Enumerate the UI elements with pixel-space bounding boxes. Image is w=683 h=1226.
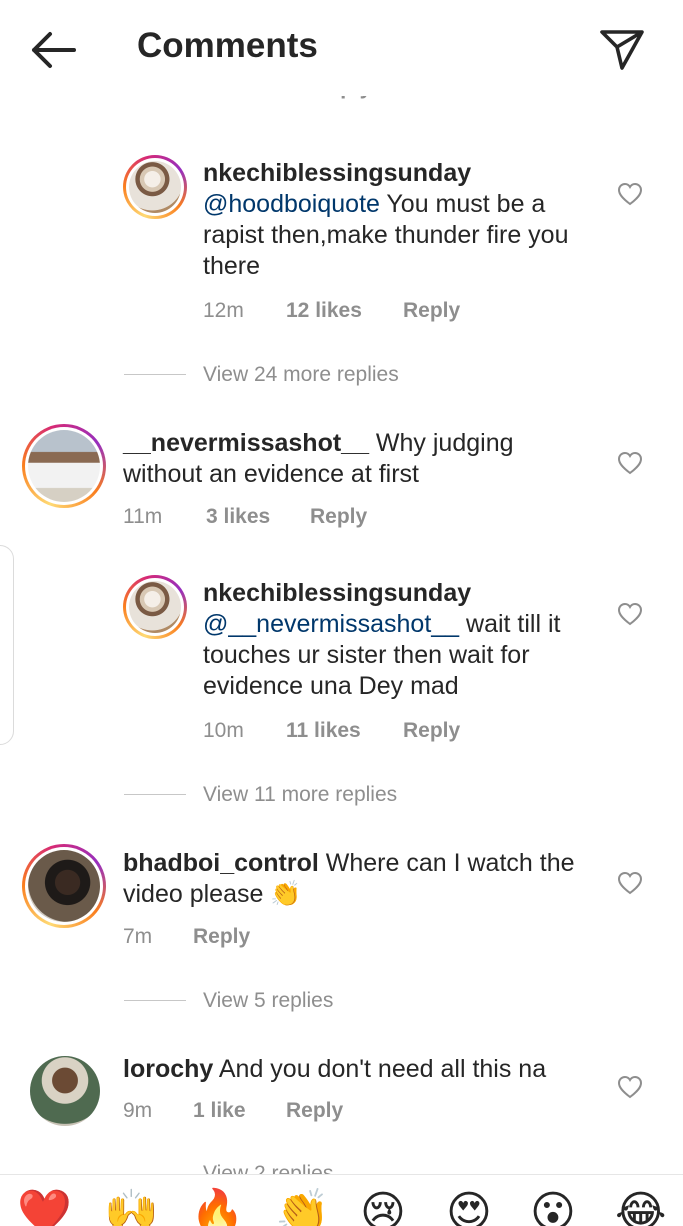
heart-icon[interactable]: [617, 451, 643, 475]
share-button[interactable]: [598, 26, 646, 72]
comment-time: 10m: [203, 719, 244, 742]
comment-meta: 10m 11 likes Reply: [203, 719, 603, 745]
comment-username[interactable]: nkechiblessingsunday: [203, 579, 471, 607]
comment-username[interactable]: lorochy: [123, 1055, 213, 1083]
comment-meta: 11m 3 likes Reply: [123, 505, 523, 531]
reply-button[interactable]: Reply: [403, 719, 460, 743]
comment-text: lorochy And you don't need all this na: [123, 1054, 603, 1085]
divider-line: [124, 794, 186, 795]
comment-list[interactable]: nkechiblessingsunday @hoodboiquote You m…: [0, 96, 683, 1174]
comment-meta: 12m 12 likes Reply: [203, 299, 603, 325]
mention-link[interactable]: @hoodboiquote: [203, 190, 380, 218]
heart-icon[interactable]: [617, 602, 643, 626]
emoji-heart-eyes-button[interactable]: 😍: [446, 1191, 492, 1226]
emoji-tears-of-joy-button[interactable]: 😂: [615, 1191, 666, 1226]
avatar[interactable]: [30, 1056, 100, 1126]
comment-username[interactable]: bhadboi_control: [123, 849, 319, 877]
divider-line: [124, 1000, 186, 1001]
top-level-comment: __nevermissashot__ Why judging without a…: [0, 416, 683, 536]
reply-button[interactable]: Reply: [193, 925, 250, 949]
heart-icon[interactable]: [617, 1075, 643, 1099]
comment-text: nkechiblessingsunday @__nevermissashot__…: [203, 578, 603, 702]
top-level-comment: bhadboi_control Where can I watch the vi…: [0, 836, 683, 1016]
mention-link[interactable]: @__nevermissashot__: [203, 610, 459, 638]
comment-time: 7m: [123, 925, 153, 948]
avatar[interactable]: [123, 155, 187, 219]
emoji-heart-button[interactable]: ❤️: [17, 1191, 72, 1226]
paper-plane-icon: [600, 30, 644, 70]
top-level-comment: lorochy And you don't need all this na 9…: [0, 1046, 683, 1174]
reply-button[interactable]: Reply: [403, 299, 460, 323]
emoji-raising-hands-button[interactable]: 🙌: [104, 1191, 159, 1226]
avatar[interactable]: [22, 844, 106, 928]
reply-comment: nkechiblessingsunday @hoodboiquote You m…: [0, 96, 683, 396]
back-button[interactable]: [28, 28, 78, 72]
view-replies-button[interactable]: View 5 replies: [203, 989, 333, 1013]
view-replies-button[interactable]: View 11 more replies: [203, 783, 397, 807]
comment-text: bhadboi_control Where can I watch the vi…: [123, 848, 593, 910]
heart-icon[interactable]: [617, 182, 643, 206]
comment-likes[interactable]: 1 like: [193, 1099, 246, 1123]
comment-username[interactable]: nkechiblessingsunday: [203, 159, 471, 187]
avatar[interactable]: [22, 424, 106, 508]
comment-time: 9m: [123, 1099, 153, 1122]
heart-icon[interactable]: [617, 871, 643, 895]
emoji-fire-button[interactable]: 🔥: [190, 1191, 245, 1226]
reply-comment: nkechiblessingsunday @__nevermissashot__…: [0, 566, 683, 816]
view-replies-button[interactable]: View 2 replies: [203, 1162, 333, 1174]
avatar[interactable]: [123, 575, 187, 639]
view-replies-button[interactable]: View 24 more replies: [203, 363, 399, 387]
page-title: Comments: [137, 26, 318, 65]
reply-button[interactable]: Reply: [286, 1099, 343, 1123]
reply-button[interactable]: Reply: [310, 505, 367, 529]
comment-meta: 7m Reply: [123, 925, 523, 951]
header-bar: Comments: [0, 0, 683, 96]
comment-likes[interactable]: 12 likes: [286, 299, 362, 323]
comment-text: nkechiblessingsunday @hoodboiquote You m…: [203, 158, 603, 282]
divider-line: [124, 374, 186, 375]
comment-likes[interactable]: 3 likes: [206, 505, 270, 529]
comment-body: And you don't need all this na: [213, 1055, 547, 1083]
emoji-reaction-bar: ❤️ 🙌 🔥 👏 😢 😍 😮 😂: [0, 1174, 683, 1226]
comment-username[interactable]: __nevermissashot__: [123, 429, 369, 457]
side-drawer-handle[interactable]: [0, 545, 14, 745]
comment-text: __nevermissashot__ Why judging without a…: [123, 428, 583, 490]
emoji-clap-button[interactable]: 👏: [275, 1191, 330, 1226]
emoji-crying-button[interactable]: 😢: [360, 1191, 406, 1226]
comment-likes[interactable]: 11 likes: [286, 719, 361, 743]
arrow-left-icon: [32, 32, 76, 68]
comment-time: 12m: [203, 299, 244, 322]
comment-time: 11m: [123, 505, 163, 528]
comment-meta: 9m 1 like Reply: [123, 1099, 523, 1125]
emoji-surprised-button[interactable]: 😮: [530, 1191, 576, 1226]
